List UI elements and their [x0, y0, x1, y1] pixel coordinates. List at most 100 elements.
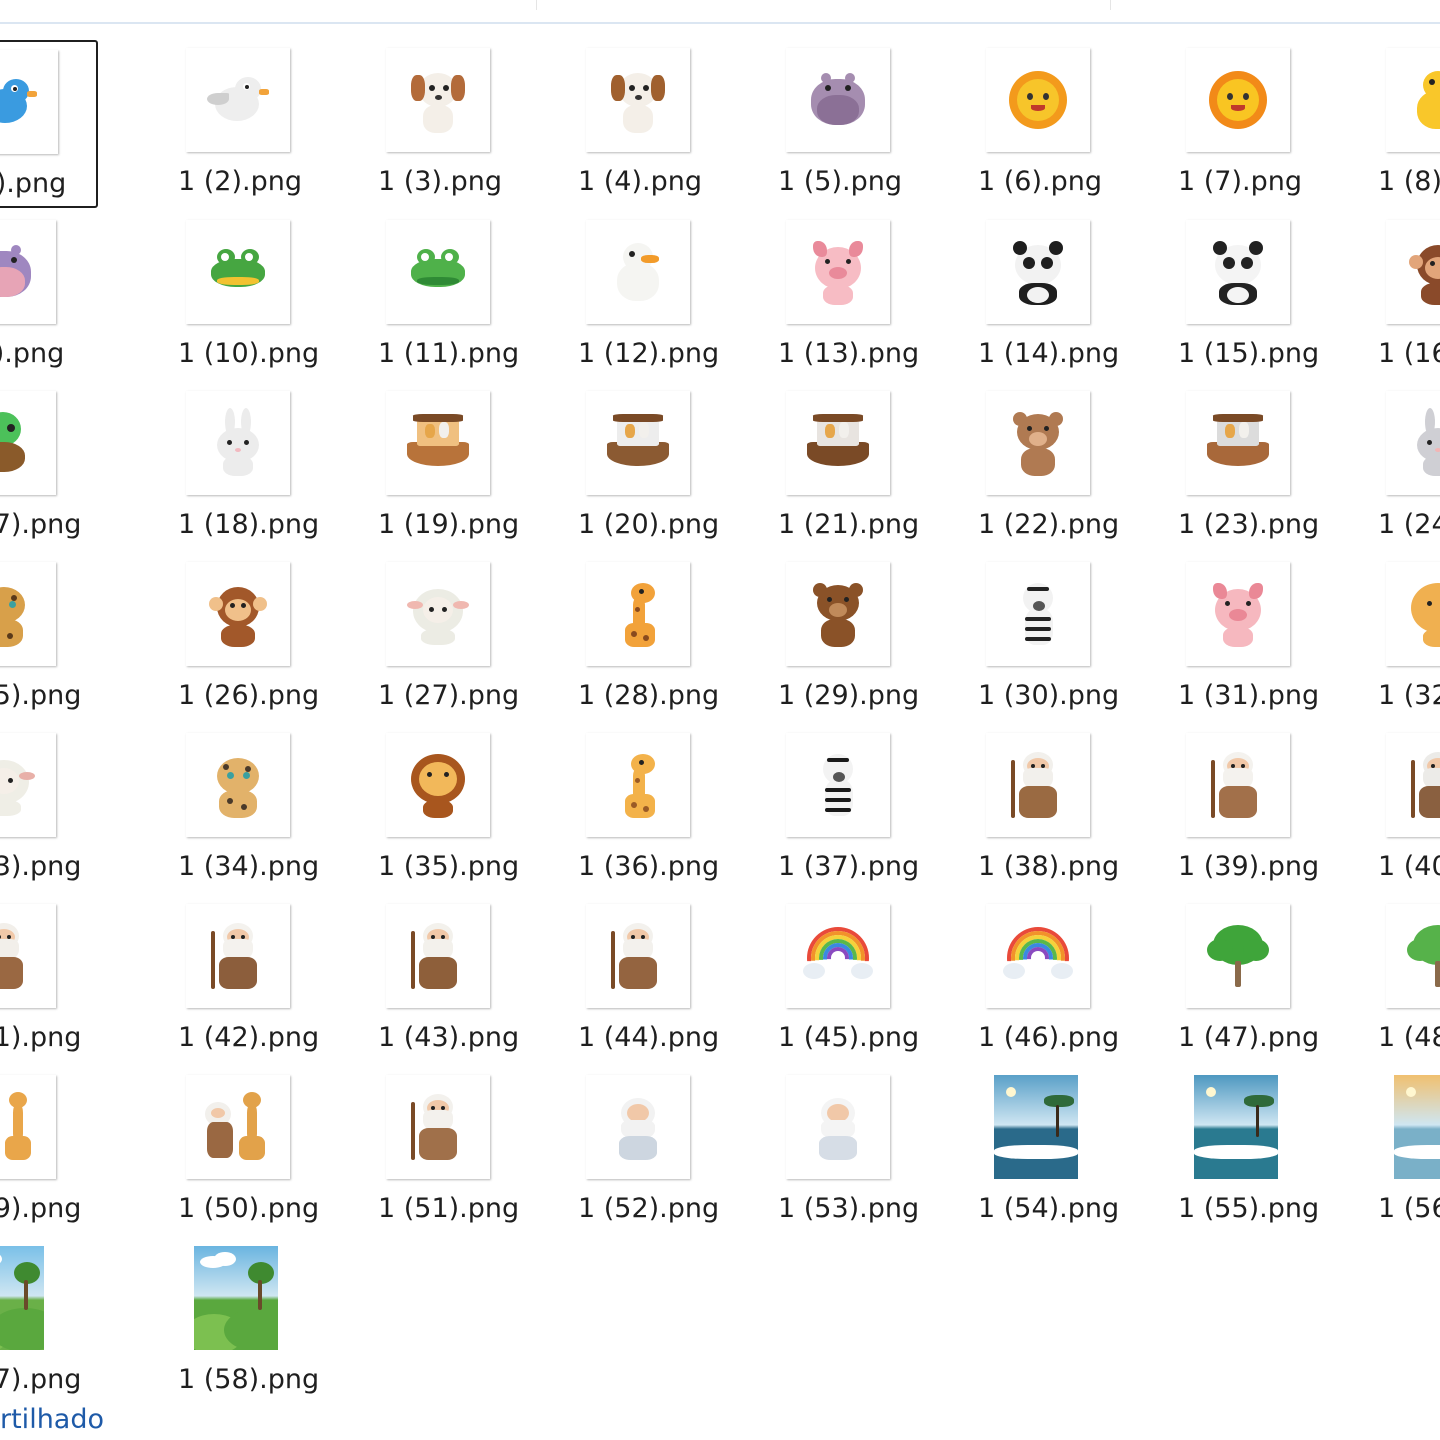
file-item[interactable]: (25).png — [0, 554, 98, 722]
file-name: 1 (42).png — [178, 1022, 320, 1053]
file-item[interactable]: 1 (42).png — [178, 896, 319, 1064]
file-name: 1 (20).png — [578, 509, 720, 540]
file-name: 1 (56) — [1378, 1193, 1440, 1224]
file-thumbnail — [0, 562, 56, 666]
file-item[interactable]: 1 (8) — [1378, 40, 1440, 208]
sun-image — [1003, 65, 1073, 135]
file-item[interactable]: (33).png — [0, 725, 98, 893]
file-item[interactable]: 1 (46).png — [978, 896, 1119, 1064]
file-thumbnail — [186, 733, 290, 837]
file-item[interactable]: 1 (40) — [1378, 725, 1440, 893]
file-item[interactable]: 1 (32) — [1378, 554, 1440, 722]
file-thumbnail — [586, 391, 690, 495]
hippo-image — [0, 237, 39, 307]
thumbnail-image — [0, 1246, 44, 1350]
file-item[interactable]: 1 (50).png — [178, 1067, 319, 1235]
file-item[interactable]: 1 (43).png — [378, 896, 519, 1064]
file-item[interactable]: 1 (26).png — [178, 554, 319, 722]
file-name: 1 (4).png — [578, 166, 702, 197]
tree-image — [1203, 921, 1273, 991]
file-thumbnail — [586, 733, 690, 837]
file-item[interactable]: 1 (23).png — [1178, 383, 1319, 551]
file-name: 1 (6).png — [978, 166, 1102, 197]
file-name: 1 (58).png — [178, 1364, 320, 1395]
file-item[interactable]: (9).png — [0, 212, 98, 380]
file-item[interactable]: 1 (15).png — [1178, 212, 1319, 380]
pig-image — [803, 237, 873, 307]
file-item[interactable]: 1 (27).png — [378, 554, 519, 722]
file-item[interactable]: 1 (18).png — [178, 383, 319, 551]
file-thumbnail — [0, 1075, 56, 1179]
file-thumbnail — [986, 733, 1090, 837]
thumbnail-image — [1194, 1075, 1278, 1179]
file-name: 1 (52).png — [578, 1193, 720, 1224]
file-item[interactable]: 1 (45).png — [778, 896, 919, 1064]
thumbnail-image — [1394, 1075, 1440, 1179]
noah-image — [203, 921, 273, 991]
file-item[interactable]: 1 (11).png — [378, 212, 519, 380]
file-item[interactable]: 1 (29).png — [778, 554, 919, 722]
file-item[interactable]: 1 (55).png — [1178, 1067, 1319, 1235]
file-thumbnail — [1186, 562, 1290, 666]
file-name: 1 (32) — [1378, 680, 1440, 711]
file-item[interactable]: 1 (56) — [1378, 1067, 1440, 1235]
file-item[interactable]: 1 (16) — [1378, 212, 1440, 380]
file-item[interactable]: 1 (20).png — [578, 383, 719, 551]
file-item[interactable]: 1 (34).png — [178, 725, 319, 893]
leopard-image — [203, 750, 273, 820]
file-thumbnail — [386, 48, 490, 152]
file-item[interactable]: 1 (19).png — [378, 383, 519, 551]
file-name: (41).png — [0, 1022, 82, 1053]
pig-image — [1203, 579, 1273, 649]
file-item[interactable]: 1 (35).png — [378, 725, 519, 893]
file-thumbnail — [1186, 733, 1290, 837]
file-item[interactable]: 1 (51).png — [378, 1067, 519, 1235]
file-item[interactable]: 1 (2).png — [178, 40, 306, 208]
file-item[interactable]: 1 (52).png — [578, 1067, 719, 1235]
file-item[interactable]: 1 (3).png — [378, 40, 506, 208]
file-item[interactable]: 1 (22).png — [978, 383, 1119, 551]
file-item[interactable]: 1 (54).png — [978, 1067, 1119, 1235]
file-item[interactable]: 1 (36).png — [578, 725, 719, 893]
file-item[interactable]: 1 (53).png — [778, 1067, 919, 1235]
file-name: (33).png — [0, 851, 82, 882]
file-item[interactable]: (17).png — [0, 383, 98, 551]
file-item[interactable]: (41).png — [0, 896, 98, 1064]
rainbow-image — [803, 921, 873, 991]
file-item[interactable]: 1 (30).png — [978, 554, 1119, 722]
file-item[interactable]: (57).png — [0, 1238, 98, 1406]
file-thumbnail — [786, 562, 890, 666]
file-name: 1 (16) — [1378, 338, 1440, 369]
file-thumbnail — [1186, 220, 1290, 324]
file-item[interactable]: 1 (10).png — [178, 212, 319, 380]
file-item[interactable]: 1 (31).png — [1178, 554, 1319, 722]
file-thumbnail — [1186, 48, 1290, 152]
file-name: 1 (19).png — [378, 509, 520, 540]
file-name: 1 (13).png — [778, 338, 920, 369]
file-item[interactable]: 1 (21).png — [778, 383, 919, 551]
file-item[interactable]: 1 (12).png — [578, 212, 719, 380]
file-item[interactable]: 1 (44).png — [578, 896, 719, 1064]
file-item[interactable]: 1 (14).png — [978, 212, 1119, 380]
file-item[interactable]: (1).png — [0, 40, 98, 208]
file-item[interactable]: 1 (7).png — [1178, 40, 1306, 208]
file-thumbnail — [586, 1075, 690, 1179]
file-name: (25).png — [0, 680, 82, 711]
file-item[interactable]: 1 (4).png — [578, 40, 706, 208]
file-item[interactable]: 1 (38).png — [978, 725, 1119, 893]
file-item[interactable]: 1 (13).png — [778, 212, 919, 380]
file-item[interactable]: 1 (47).png — [1178, 896, 1319, 1064]
file-item[interactable]: 1 (24) — [1378, 383, 1440, 551]
file-item[interactable]: 1 (6).png — [978, 40, 1106, 208]
file-item[interactable]: 1 (28).png — [578, 554, 719, 722]
file-item[interactable]: 1 (39).png — [1178, 725, 1319, 893]
file-thumbnail — [186, 904, 290, 1008]
file-thumbnail — [986, 220, 1090, 324]
file-item[interactable]: 1 (5).png — [778, 40, 906, 208]
file-item[interactable]: 1 (37).png — [778, 725, 919, 893]
file-item[interactable]: 1 (58).png — [178, 1238, 319, 1406]
file-item[interactable]: 1 (48) — [1378, 896, 1440, 1064]
file-item[interactable]: (49).png — [0, 1067, 98, 1235]
file-thumbnail — [986, 904, 1090, 1008]
file-name: 1 (10).png — [178, 338, 320, 369]
